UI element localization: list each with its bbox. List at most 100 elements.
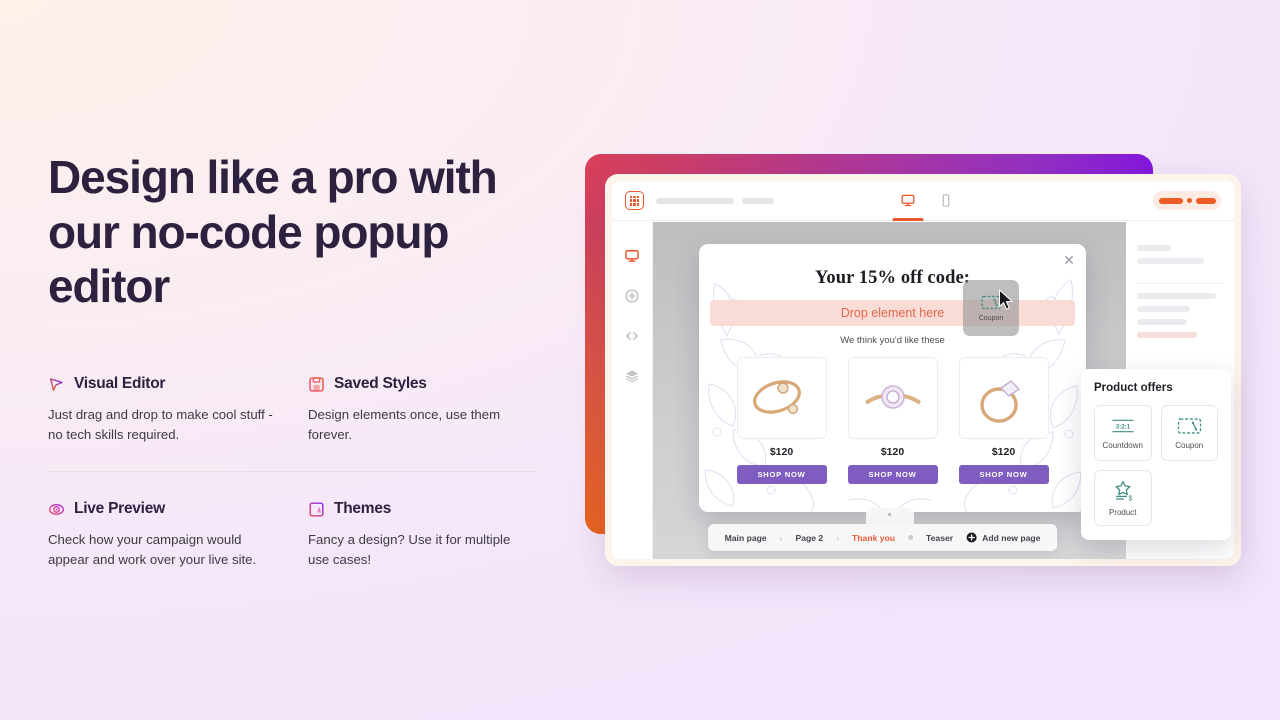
feature-title: Live Preview bbox=[74, 500, 165, 518]
toolbar-placeholder-long bbox=[656, 197, 734, 204]
chevron-up-icon: ^ bbox=[887, 511, 892, 521]
hero-text-column: Design like a pro with our no-code popup… bbox=[48, 150, 548, 314]
feature-description: Fancy a design? Use it for multiple use … bbox=[308, 532, 511, 567]
logo-grid-dots bbox=[630, 195, 639, 206]
shop-now-button[interactable]: SHOP NOW bbox=[958, 465, 1049, 484]
pill-shape-1 bbox=[1158, 197, 1183, 204]
right-panel-block bbox=[1137, 236, 1223, 283]
offer-label: Coupon bbox=[1175, 440, 1204, 450]
panel-placeholder-accent bbox=[1137, 332, 1198, 338]
popup-subtitle: We think you'd like these bbox=[840, 335, 945, 346]
feature-saved-styles: Saved Styles Design elements once, use t… bbox=[300, 375, 538, 473]
sidebar-item-display[interactable] bbox=[624, 248, 640, 269]
shop-now-button[interactable]: SHOP NOW bbox=[736, 465, 827, 484]
desktop-monitor-icon bbox=[901, 194, 915, 207]
svg-text:$: $ bbox=[1128, 495, 1132, 502]
add-new-page-button[interactable]: Add new page bbox=[966, 532, 1040, 543]
feature-header: Saved Styles bbox=[308, 375, 520, 393]
eye-icon bbox=[48, 501, 65, 518]
display-monitor-icon bbox=[625, 250, 639, 262]
product-card[interactable]: $120 SHOP NOW bbox=[847, 357, 938, 484]
feature-header: Live Preview bbox=[48, 500, 282, 518]
sidebar-item-add[interactable] bbox=[624, 288, 640, 309]
panel-placeholder bbox=[1137, 306, 1191, 312]
sidebar-item-layers[interactable] bbox=[624, 368, 640, 389]
product-price: $120 bbox=[991, 446, 1016, 458]
page-navigation-bar: Main page › Page 2 › Thank you Teaser Ad… bbox=[707, 524, 1058, 551]
drag-ghost-label: Coupon bbox=[978, 314, 1004, 322]
coupon-ticket-icon bbox=[1177, 417, 1201, 434]
product-image bbox=[958, 357, 1049, 439]
tab-desktop-preview[interactable] bbox=[892, 181, 924, 221]
canvas-collapse-handle[interactable]: ^ bbox=[865, 508, 914, 524]
product-offers-panel: Product offers 3:2:1 Countdown Coupon $ … bbox=[1081, 369, 1231, 540]
feature-themes: Themes Fancy a design? Use it for multip… bbox=[300, 500, 538, 569]
product-price: $120 bbox=[769, 446, 794, 458]
feature-description: Check how your campaign would appear and… bbox=[48, 532, 257, 567]
editor-left-sidebar bbox=[612, 222, 653, 559]
popup-title: Your 15% off code: bbox=[814, 268, 971, 288]
plus-circle-icon bbox=[625, 289, 639, 303]
offer-label: Product bbox=[1108, 507, 1137, 517]
page-tab-thank-you[interactable]: Thank you bbox=[852, 533, 895, 543]
mobile-phone-icon bbox=[942, 194, 950, 207]
popup-preview-card[interactable]: ✕ Your 15% off code: Drop element here W… bbox=[699, 244, 1086, 512]
page-title: Design like a pro with our no-code popup… bbox=[48, 151, 498, 313]
feature-live-preview: Live Preview Check how your campaign wou… bbox=[48, 500, 300, 569]
close-x-icon[interactable]: ✕ bbox=[1063, 253, 1075, 267]
feature-header: Themes bbox=[308, 500, 520, 518]
offers-panel-title: Product offers bbox=[1094, 382, 1173, 394]
product-price: $120 bbox=[880, 446, 905, 458]
product-card-row: $120 SHOP NOW $120 SHOP NOW $120 SHOP NO… bbox=[699, 357, 1086, 484]
page-tab-teaser[interactable]: Teaser bbox=[926, 533, 953, 543]
sidebar-item-code[interactable] bbox=[624, 328, 640, 349]
offer-item-countdown[interactable]: 3:2:1 Countdown bbox=[1094, 405, 1152, 461]
page-tab-page2[interactable]: Page 2 bbox=[795, 533, 823, 543]
editor-mockup: ✕ Your 15% off code: Drop element here W… bbox=[583, 152, 1243, 570]
countdown-timer-icon: 3:2:1 bbox=[1112, 419, 1134, 432]
feature-title: Saved Styles bbox=[334, 375, 427, 392]
cursor-pointer-icon bbox=[48, 376, 65, 393]
toolbar-placeholder-short bbox=[742, 197, 774, 204]
pill-shape-3 bbox=[1195, 197, 1216, 204]
popup-dropzone[interactable]: Drop element here bbox=[710, 300, 1075, 326]
svg-text:3:2:1: 3:2:1 bbox=[1116, 423, 1131, 430]
plus-filled-icon bbox=[966, 532, 977, 543]
pill-shape-2 bbox=[1186, 198, 1192, 203]
page-tab-main[interactable]: Main page bbox=[725, 533, 767, 543]
ring-halo-icon bbox=[864, 385, 921, 409]
device-preview-tabs bbox=[892, 181, 955, 221]
offers-grid: 3:2:1 Countdown Coupon $ Product bbox=[1094, 405, 1218, 526]
mouse-cursor-icon bbox=[999, 289, 1014, 310]
code-brackets-icon bbox=[626, 332, 638, 340]
editor-canvas[interactable]: ✕ Your 15% off code: Drop element here W… bbox=[653, 222, 1126, 559]
product-star-icon: $ bbox=[1115, 480, 1132, 502]
ring-solitaire-icon bbox=[979, 380, 1020, 423]
ring-twist-icon bbox=[752, 380, 801, 415]
dropzone-label: Drop element here bbox=[840, 306, 945, 320]
feature-title: Themes bbox=[334, 500, 392, 518]
app-grid-logo-icon[interactable] bbox=[625, 191, 644, 210]
page-divider-dot-icon bbox=[908, 535, 914, 540]
offer-item-coupon[interactable]: Coupon bbox=[1160, 405, 1218, 461]
right-panel-block bbox=[1137, 283, 1223, 357]
panel-placeholder bbox=[1137, 319, 1187, 325]
palette-book-icon bbox=[308, 501, 325, 518]
tab-mobile-preview[interactable] bbox=[936, 181, 955, 220]
product-image bbox=[847, 357, 938, 439]
feature-visual-editor: Visual Editor Just drag and drop to make… bbox=[48, 375, 300, 473]
add-new-page-label: Add new page bbox=[982, 532, 1041, 543]
shop-now-button[interactable]: SHOP NOW bbox=[847, 465, 938, 484]
product-card[interactable]: $120 SHOP NOW bbox=[736, 357, 827, 484]
product-image bbox=[736, 357, 827, 439]
product-card[interactable]: $120 SHOP NOW bbox=[958, 357, 1049, 484]
toolbar-action-pill[interactable] bbox=[1153, 191, 1221, 210]
page-separator-icon: › bbox=[779, 532, 783, 543]
panel-placeholder bbox=[1137, 258, 1205, 264]
layers-icon bbox=[626, 370, 638, 383]
offer-label: Countdown bbox=[1102, 440, 1143, 450]
offer-item-product[interactable]: $ Product bbox=[1094, 470, 1152, 526]
panel-placeholder bbox=[1137, 293, 1217, 299]
feature-description: Design elements once, use them forever. bbox=[308, 407, 501, 442]
panel-placeholder bbox=[1137, 245, 1172, 251]
